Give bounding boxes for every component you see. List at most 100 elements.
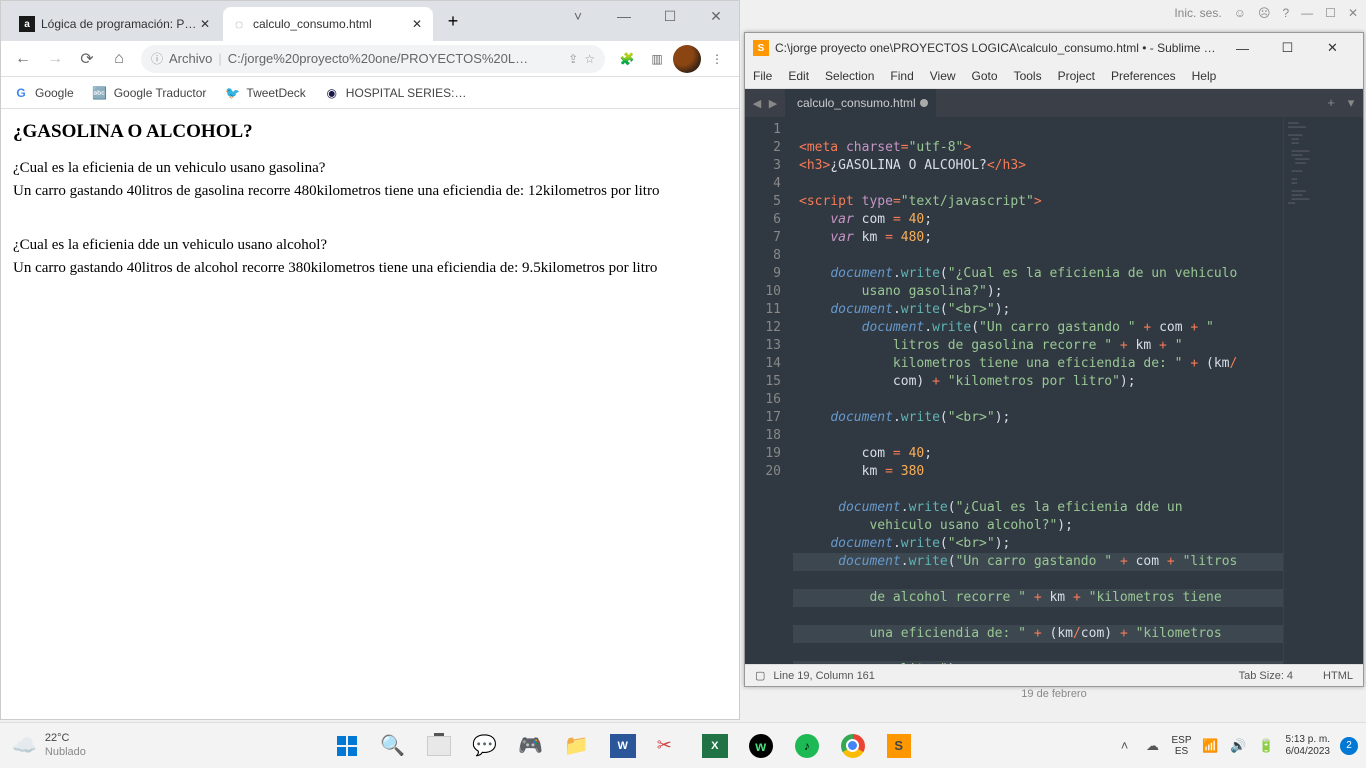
tab-prev-icon[interactable]: ◀ [749,97,765,110]
login-link[interactable]: Inic. ses. [1174,6,1221,20]
home-button[interactable]: ⌂ [105,45,133,73]
maximize-button[interactable]: ☐ [647,1,693,31]
status-lang[interactable]: HTML [1323,670,1353,682]
star-icon[interactable]: ☆ [584,52,595,66]
sublime-icon[interactable]: S [879,726,919,766]
menu-preferences[interactable]: Preferences [1111,69,1176,83]
close-icon[interactable]: ✕ [197,16,213,32]
sublime-tab-active[interactable]: calculo_consumo.html [785,89,936,117]
code-area[interactable]: <meta charset="utf-8"> <h3>¿GASOLINA O A… [793,117,1283,664]
menu-edit[interactable]: Edit [788,69,809,83]
battery-icon[interactable]: 🔋 [1258,737,1276,755]
xbox-icon[interactable]: 🎮 [511,726,551,766]
close-icon[interactable]: ✕ [409,16,425,32]
close-button[interactable]: ✕ [693,1,739,31]
sublime-window-controls: — ☐ ✕ [1220,34,1355,62]
tray-overflow-icon[interactable]: ˄ [1115,737,1133,755]
language-selector[interactable]: ESPES [1171,735,1191,757]
os-session-controls: Inic. ses. ☺ ☹ ? — ☐ ✕ [1174,6,1358,20]
explorer-icon[interactable]: 📁 [557,726,597,766]
help-icon[interactable]: ? [1282,6,1289,20]
alura-favicon-icon: a [19,16,35,32]
bookmark-label: Google [35,86,74,100]
menu-project[interactable]: Project [1058,69,1095,83]
menu-view[interactable]: View [930,69,956,83]
bookmark-label: HOSPITAL SERIES:… [346,86,467,100]
close-icon[interactable]: ✕ [1348,6,1358,20]
tab-dropdown-icon[interactable]: ▾ [1343,95,1359,111]
address-bar[interactable]: ⓘ Archivo | C:/jorge%20proyecto%20one/PR… [141,45,605,73]
bookmark-google[interactable]: G Google [13,85,74,101]
menu-icon[interactable]: ⋮ [703,45,731,73]
new-tab-button[interactable]: + [439,7,467,35]
chrome-tab-inactive[interactable]: a Lógica de programación: Prime ✕ [11,7,221,41]
face-sad-icon[interactable]: ☹ [1258,6,1271,20]
back-button[interactable]: ← [9,45,37,73]
panel-icon[interactable]: ▢ [755,669,765,682]
volume-icon[interactable]: 🔊 [1230,737,1248,755]
addr-path: C:/jorge%20proyecto%20one/PROYECTOS%20L… [228,51,562,66]
sublime-titlebar: S C:\jorge proyecto one\PROYECTOS LOGICA… [745,33,1363,63]
bookmark-tweetdeck[interactable]: 🐦 TweetDeck [224,85,305,101]
forward-button[interactable]: → [41,45,69,73]
sublime-editor[interactable]: 1234567891011121314151617181920 <meta ch… [745,117,1363,664]
translate-icon: 🔤 [92,85,108,101]
maximize-button[interactable]: ☐ [1265,34,1310,62]
minimize-button[interactable]: — [601,1,647,31]
chrome-tabs: a Lógica de programación: Prime ✕ ◌ calc… [1,7,467,41]
menu-goto[interactable]: Goto [972,69,998,83]
share-icon[interactable]: ⇪ [568,52,578,66]
circle-icon: ◉ [324,85,340,101]
extensions-icon[interactable]: 🧩 [613,45,641,73]
onedrive-icon[interactable]: ☁ [1143,737,1161,755]
minimize-button[interactable]: — [1220,34,1265,62]
status-cursor: Line 19, Column 161 [773,670,1238,682]
rendered-page: ¿GASOLINA O ALCOHOL? ¿Cual es la eficien… [1,109,739,719]
taskbar-weather[interactable]: ☁️ 22°C Nublado [0,732,130,758]
avatar[interactable] [673,45,701,73]
maximize-icon[interactable]: ☐ [1325,6,1336,20]
unsaved-dot-icon [920,99,928,107]
twitter-icon: 🐦 [224,85,240,101]
notification-badge[interactable]: 2 [1340,737,1358,755]
status-tabsize[interactable]: Tab Size: 4 [1239,670,1293,682]
word-icon[interactable]: W [603,726,643,766]
menu-selection[interactable]: Selection [825,69,874,83]
search-icon[interactable]: 🔍 [373,726,413,766]
start-button[interactable] [327,726,367,766]
addr-prefix: Archivo [169,51,212,66]
task-view-icon[interactable] [419,726,459,766]
side-panel-icon[interactable]: ▥ [643,45,671,73]
face-smile-icon[interactable]: ☺ [1234,6,1246,20]
wifi-icon[interactable]: 📶 [1202,737,1220,755]
minimize-icon[interactable]: — [1301,6,1313,20]
snipping-tool-icon[interactable] [649,726,689,766]
menu-help[interactable]: Help [1192,69,1217,83]
chrome-window-controls: ˅ — ☐ ✕ [555,1,739,31]
bookmark-hospital[interactable]: ◉ HOSPITAL SERIES:… [324,85,467,101]
clock[interactable]: 5:13 p. m. 6/04/2023 [1286,734,1331,757]
menu-find[interactable]: Find [890,69,913,83]
minimap[interactable]: ▬▬▬▬▬▬▬▬▬▬▬▬▬▬▬▬▬▬▬▬▬▬▬▬ ▬▬▬▬ ▬▬▬▬ ▬▬▬▬▬… [1283,117,1363,664]
tab-next-icon[interactable]: ▶ [765,97,781,110]
chrome-icon[interactable] [833,726,873,766]
bookmark-label: Google Traductor [114,86,207,100]
chat-icon[interactable]: 💬 [465,726,505,766]
sublime-statusbar: ▢ Line 19, Column 161 Tab Size: 4 HTML [745,664,1363,686]
close-button[interactable]: ✕ [1310,34,1355,62]
menu-tools[interactable]: Tools [1014,69,1042,83]
content-l1: Un carro gastando 40litros de gasolina r… [13,180,727,203]
chevron-down-icon[interactable]: ˅ [555,1,601,31]
date-strip: 19 de febrero [744,688,1364,702]
weather-text: 22°C Nublado [45,732,86,758]
chrome-toolbar: ← → ⟳ ⌂ ⓘ Archivo | C:/jorge%20proyecto%… [1,41,739,77]
webex-icon[interactable]: w [741,726,781,766]
reload-button[interactable]: ⟳ [73,45,101,73]
bookmark-translate[interactable]: 🔤 Google Traductor [92,85,207,101]
new-tab-icon[interactable]: + [1323,95,1339,111]
taskbar-tray: ˄ ☁ ESPES 📶 🔊 🔋 5:13 p. m. 6/04/2023 2 [1115,734,1366,757]
chrome-tab-active[interactable]: ◌ calculo_consumo.html ✕ [223,7,433,41]
spotify-icon[interactable]: ♪ [787,726,827,766]
excel-icon[interactable]: X [695,726,735,766]
menu-file[interactable]: File [753,69,772,83]
